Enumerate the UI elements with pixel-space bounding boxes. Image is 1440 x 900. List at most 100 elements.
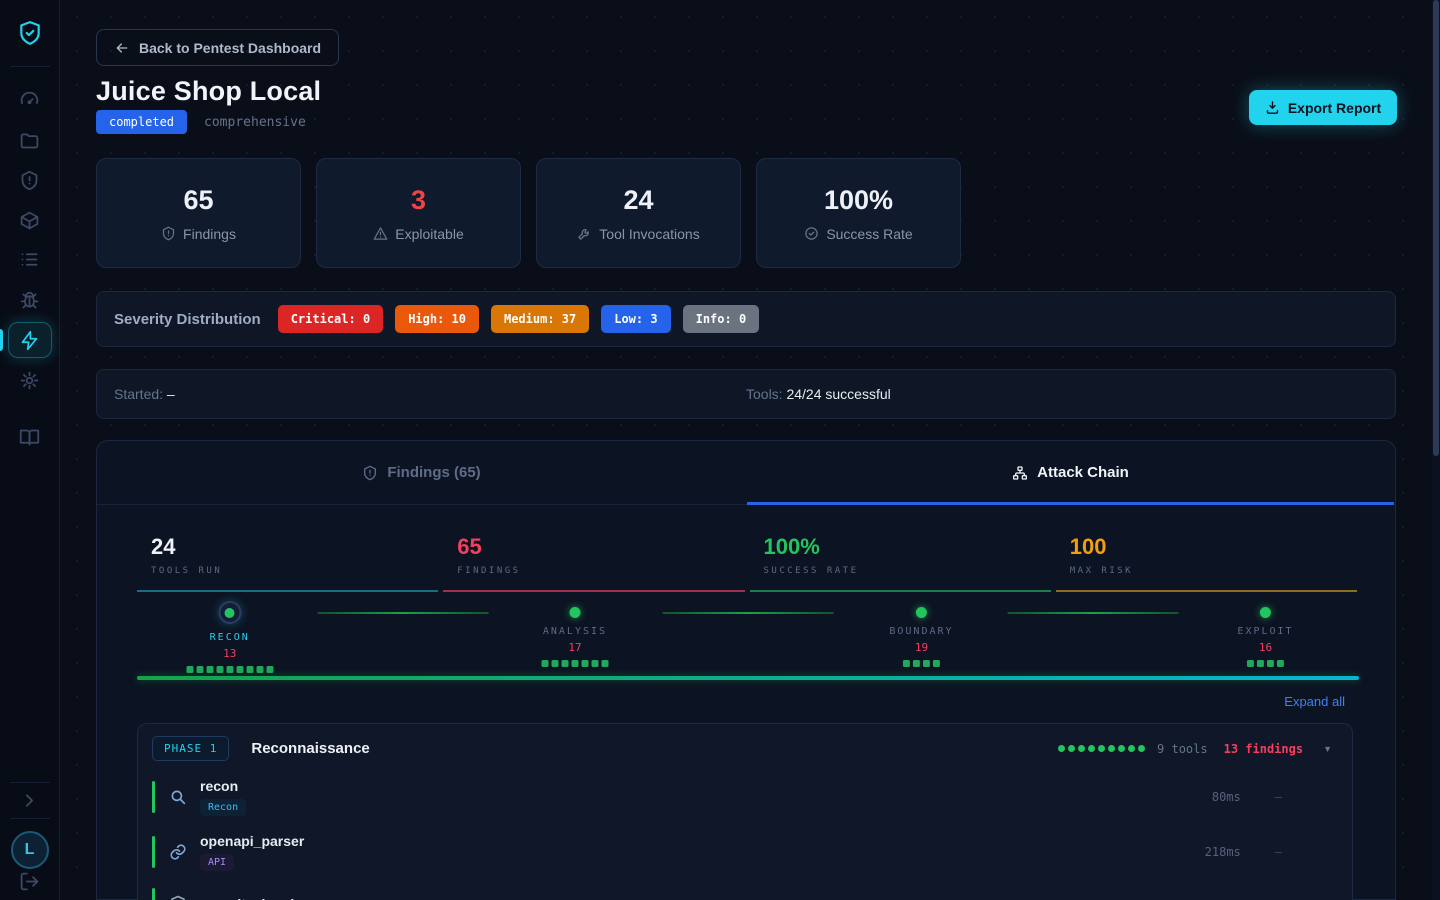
- check-circle-icon: [804, 226, 819, 241]
- phase-node-tool-squares: [903, 660, 940, 667]
- sidebar-item-dashboard[interactable]: [8, 82, 52, 118]
- tool-status-dash: —: [1275, 790, 1282, 804]
- severity-badge-info: Info: 0: [683, 305, 760, 333]
- chain-findings-label: FINDINGS: [457, 566, 730, 576]
- tool-status-accent: [152, 836, 155, 868]
- max-risk-value: 100: [1070, 534, 1343, 560]
- attack-chain-summary: 24 TOOLS RUN 65 FINDINGS 100% SUCCESS RA…: [137, 526, 1357, 592]
- tool-name: security_headers: [200, 896, 315, 900]
- phase-node-tool-squares: [541, 660, 608, 667]
- severity-title: Severity Distribution: [114, 311, 261, 328]
- tool-duration: 80ms: [1212, 790, 1241, 804]
- magnifier-icon: [167, 788, 189, 806]
- chain-success-label: SUCCESS RATE: [764, 566, 1037, 576]
- timeline-node-analysis[interactable]: ANALYSIS 17: [541, 601, 608, 667]
- severity-distribution-bar: Severity Distribution Critical: 0 High: …: [96, 291, 1396, 347]
- timeline-node-exploit[interactable]: EXPLOIT 16: [1237, 601, 1293, 667]
- download-icon: [1265, 100, 1280, 115]
- sidebar-item-docs[interactable]: [8, 419, 52, 455]
- phase-node-findings: 17: [568, 641, 581, 654]
- phase-node-label: ANALYSIS: [543, 626, 607, 637]
- stat-card-exploitable: 3 Exploitable: [316, 158, 521, 268]
- severity-badge-high: High: 10: [395, 305, 479, 333]
- collapse-caret-icon[interactable]: ▼: [1323, 744, 1332, 754]
- tool-name: recon: [200, 778, 246, 794]
- tools-value: 24/24 successful: [786, 386, 890, 402]
- shield-icon: [167, 895, 189, 900]
- stat-card-tool-invocations: 24 Tool Invocations: [536, 158, 741, 268]
- phase-node-label: RECON: [210, 632, 250, 643]
- sidebar-item-attack-runs[interactable]: [8, 322, 52, 358]
- chain-findings-value: 65: [457, 534, 730, 560]
- phase-number-badge: PHASE 1: [152, 736, 229, 761]
- tool-duration: 218ms: [1205, 845, 1241, 859]
- tool-name: openapi_parser: [200, 833, 304, 849]
- sidebar-item-logs[interactable]: [8, 241, 52, 277]
- timeline-connector: [1008, 612, 1179, 614]
- page-scrollbar[interactable]: [1432, 0, 1440, 900]
- phase-node-findings: 13: [223, 647, 236, 660]
- stat-label: Success Rate: [826, 226, 912, 242]
- tool-row-openapi-parser[interactable]: openapi_parser API 218ms —: [152, 833, 1338, 871]
- phase-node-dot: [1260, 607, 1271, 618]
- severity-badge-low: Low: 3: [601, 305, 670, 333]
- tab-findings[interactable]: Findings (65): [97, 441, 746, 504]
- sidebar-item-vulnerabilities[interactable]: [8, 162, 52, 198]
- stat-label: Tool Invocations: [599, 226, 699, 242]
- sidebar-item-settings[interactable]: [8, 362, 52, 398]
- warning-triangle-icon: [373, 226, 388, 241]
- tool-status-dash: —: [1275, 845, 1282, 859]
- timeline-connector: [663, 612, 834, 614]
- sidebar-divider: [10, 818, 50, 819]
- stat-card-success-rate: 100% Success Rate: [756, 158, 961, 268]
- sidebar-item-assets[interactable]: [8, 202, 52, 238]
- phase-node-label: EXPLOIT: [1237, 626, 1293, 637]
- chain-stat-tools-run: 24 TOOLS RUN: [137, 526, 438, 592]
- tools-run-label: TOOLS RUN: [151, 566, 424, 576]
- tab-attack-chain[interactable]: Attack Chain: [746, 441, 1395, 504]
- stat-cards: 65 Findings 3 Exploitable 24 Tool Invoca…: [96, 158, 961, 268]
- exploitable-count: 3: [411, 185, 426, 216]
- page-title: Juice Shop Local: [96, 76, 321, 107]
- sidebar-divider: [10, 66, 50, 67]
- started-value: –: [167, 386, 175, 402]
- tab-label: Findings (65): [387, 464, 480, 481]
- sitemap-icon: [1012, 465, 1028, 481]
- tab-label: Attack Chain: [1037, 464, 1129, 481]
- timeline-node-recon[interactable]: RECON 13: [186, 601, 273, 673]
- phase-node-label: BOUNDARY: [889, 626, 953, 637]
- phase-node-findings: 19: [915, 641, 928, 654]
- sidebar-item-projects[interactable]: [8, 122, 52, 158]
- sidebar-expand-chevron-icon[interactable]: [8, 782, 52, 818]
- sidebar-item-bug-reports[interactable]: [8, 282, 52, 318]
- phase-1-header[interactable]: PHASE 1 Reconnaissance 9 tools 13 findin…: [152, 736, 1338, 761]
- scan-mode-badge: comprehensive: [204, 115, 306, 130]
- tool-row-security-headers[interactable]: security_headers: [152, 888, 1338, 900]
- phase-tool-dots: [1058, 745, 1145, 752]
- timeline-node-boundary[interactable]: BOUNDARY 19: [889, 601, 953, 667]
- success-rate-value: 100%: [824, 185, 893, 216]
- phase-timeline: RECON 13 ANALYSIS 17 BOUNDARY 19 EXPLOIT…: [137, 601, 1357, 676]
- phase-node-dot: [916, 607, 927, 618]
- tools-run-value: 24: [151, 534, 424, 560]
- tool-category-tag: Recon: [200, 799, 246, 816]
- tool-status-accent: [152, 888, 155, 900]
- status-badge: completed: [96, 110, 187, 134]
- logout-icon[interactable]: [8, 863, 52, 899]
- stat-label: Findings: [183, 226, 236, 242]
- back-to-dashboard-button[interactable]: Back to Pentest Dashboard: [96, 29, 339, 66]
- arrow-left-icon: [114, 40, 130, 56]
- export-report-button[interactable]: Export Report: [1249, 90, 1397, 125]
- tools-label: Tools:: [746, 386, 783, 402]
- phase-node-dot: [218, 601, 241, 624]
- sidebar: L: [0, 0, 60, 900]
- tool-category-tag: API: [200, 854, 234, 871]
- tool-invocations-count: 24: [623, 185, 653, 216]
- expand-all-link[interactable]: Expand all: [1284, 694, 1345, 709]
- tool-row-recon[interactable]: recon Recon 80ms —: [152, 778, 1338, 816]
- severity-badge-medium: Medium: 37: [491, 305, 589, 333]
- tab-bar: Findings (65) Attack Chain: [97, 441, 1395, 505]
- stat-card-findings: 65 Findings: [96, 158, 301, 268]
- scrollbar-thumb[interactable]: [1433, 0, 1439, 456]
- phase-findings-count: 13 findings: [1224, 742, 1303, 756]
